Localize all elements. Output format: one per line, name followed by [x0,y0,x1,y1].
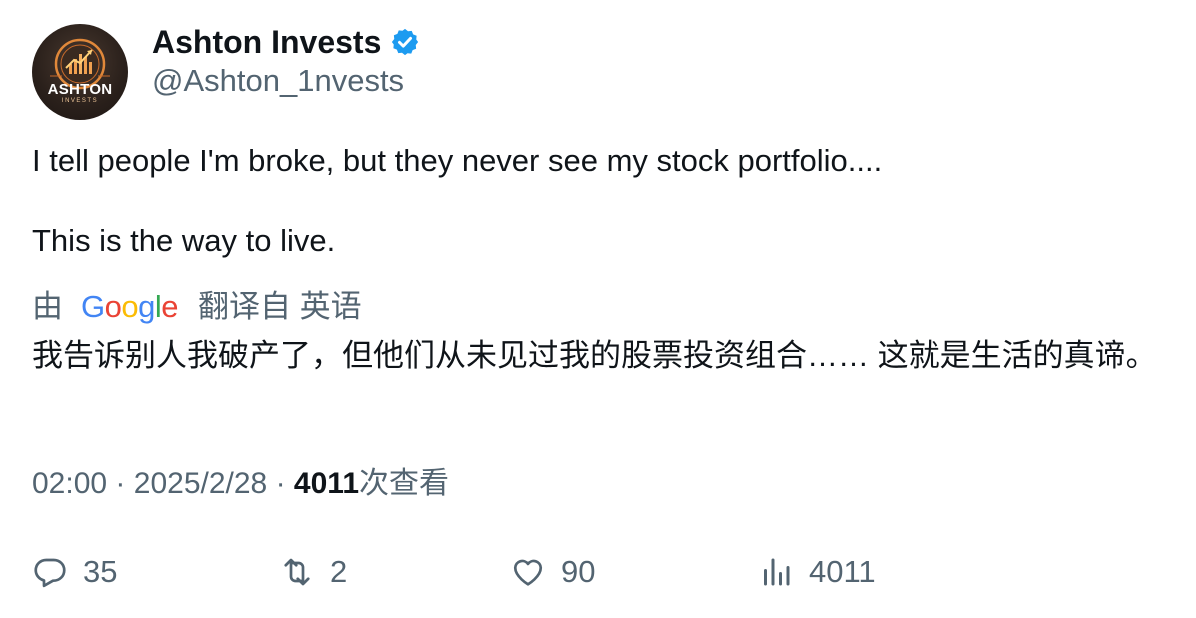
views-action-count: 4011 [809,554,876,589]
views-button[interactable]: 4011 [758,550,876,594]
reply-icon [34,558,66,588]
tweet-text-line: I tell people I'm broke, but they never … [32,143,883,178]
translation-prefix: 由 [32,289,63,324]
meta-separator: · [275,467,286,500]
meta-separator: · [115,467,126,500]
avatar[interactable]: ASHTON INVESTS [32,24,128,120]
like-count: 90 [561,554,596,589]
author-display-name-row: Ashton Invests [152,24,420,60]
repost-button[interactable]: 2 [279,550,347,594]
translation-suffix: 翻译自 英语 [198,289,362,324]
action-bar: 35 2 90 4011 [32,550,1172,594]
chart-logo-icon [50,38,110,90]
reply-count: 35 [83,554,118,589]
avatar-brand-subtext: INVESTS [61,98,99,104]
views-label: 次查看 [359,467,450,500]
avatar-brand-text: ASHTON [47,81,113,98]
tweet-date[interactable]: 2025/2/28 [134,467,267,500]
tweet-text-line: This is the way to live. [32,223,336,258]
translated-text: 我告诉别人我破产了，但他们从未见过我的股票投资组合…… 这就是生活的真谛。 [32,338,1157,373]
tweet-meta: 02:00 · 2025/2/28 · 4011次查看 [32,464,449,504]
translation-attribution: 由 Google 翻译自 英语 [32,288,362,326]
tweet-body: I tell people I'm broke, but they never … [32,141,1172,261]
repost-icon [284,558,310,586]
google-logo-icon: Google [81,289,179,324]
author-display-name[interactable]: Ashton Invests [152,24,381,60]
analytics-bar-icon [764,558,790,586]
views-count: 4011 [293,467,360,500]
tweet-time[interactable]: 02:00 [32,467,107,500]
repost-count: 2 [330,554,348,589]
like-button[interactable]: 90 [510,550,595,594]
author-handle[interactable]: @Ashton_1nvests [152,63,404,99]
verified-badge-icon[interactable] [390,27,420,57]
heart-icon [513,559,543,586]
reply-button[interactable]: 35 [32,550,117,594]
